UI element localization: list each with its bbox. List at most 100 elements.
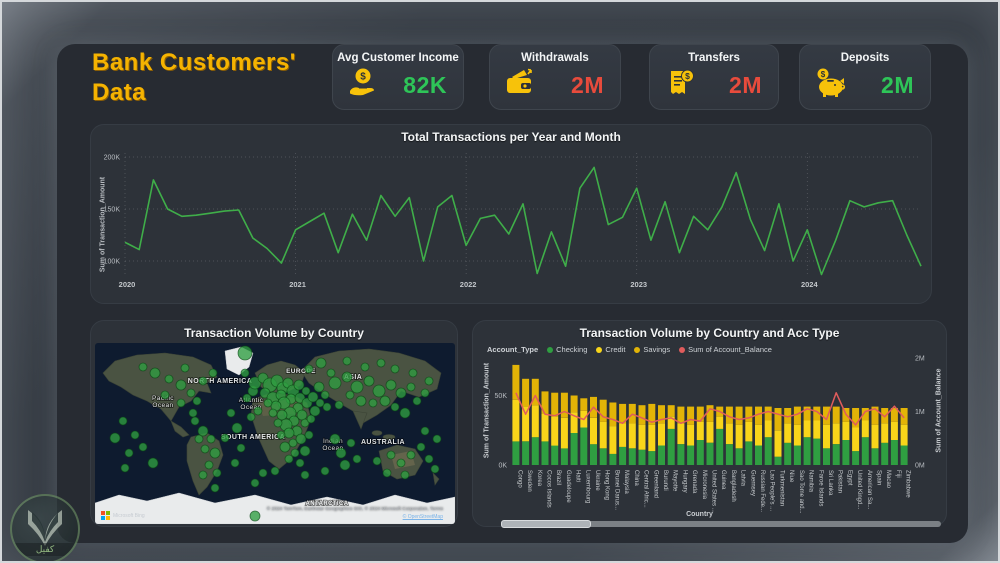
map-bubble[interactable] [208, 368, 218, 378]
map-bubble[interactable] [390, 402, 400, 412]
map-bubble[interactable] [283, 427, 295, 439]
bar-segment-checking[interactable] [745, 441, 753, 465]
bar-segment-credit[interactable] [842, 421, 850, 440]
bar-segment-savings[interactable] [560, 392, 568, 418]
kpi-card-transfers[interactable]: Transfers $ 2M [649, 44, 779, 110]
bar-segment-credit[interactable] [541, 413, 549, 442]
map-bubble[interactable] [390, 364, 400, 374]
bar-segment-savings[interactable] [735, 406, 743, 425]
bar-segment-credit[interactable] [803, 420, 811, 438]
map-bubble[interactable] [284, 454, 294, 464]
bar-segment-credit[interactable] [813, 420, 821, 439]
bar-segment-checking[interactable] [512, 441, 520, 465]
map-bubble[interactable] [379, 395, 391, 407]
bar-segment-credit[interactable] [890, 421, 898, 440]
bar-segment-credit[interactable] [648, 424, 656, 452]
map-bubble[interactable] [268, 408, 278, 418]
map-bubble[interactable] [220, 433, 230, 443]
bar-segment-credit[interactable] [522, 406, 530, 442]
map-bubble[interactable] [147, 457, 159, 469]
bar-segment-credit[interactable] [852, 427, 860, 452]
bar-segment-checking[interactable] [687, 445, 695, 466]
bar-segment-checking[interactable] [725, 444, 733, 465]
scrollbar-thumb[interactable] [501, 520, 591, 528]
map-bubble[interactable] [160, 390, 170, 400]
bar-segment-checking[interactable] [531, 437, 539, 465]
map-bubble[interactable] [109, 432, 121, 444]
bar-segment-checking[interactable] [619, 446, 627, 465]
map-bubble[interactable] [326, 368, 336, 378]
map-bubble[interactable] [180, 363, 190, 373]
map-bubble[interactable] [276, 430, 286, 440]
map-bubble[interactable] [420, 388, 430, 398]
map-bubble[interactable] [376, 358, 386, 368]
map-bubble[interactable] [350, 380, 364, 394]
map-bubble[interactable] [258, 468, 268, 478]
map-bubble[interactable] [408, 368, 418, 378]
bar-segment-checking[interactable] [890, 440, 898, 465]
bar-segment-checking[interactable] [881, 442, 889, 465]
bar-segment-checking[interactable] [774, 456, 782, 465]
bar-segment-credit[interactable] [706, 421, 714, 443]
bar-segment-checking[interactable] [735, 448, 743, 465]
bar-segment-checking[interactable] [716, 428, 724, 465]
map-bubble[interactable] [242, 393, 252, 403]
bar-segment-checking[interactable] [628, 448, 636, 465]
map-bubble[interactable] [250, 478, 260, 488]
map-bubble[interactable] [416, 442, 426, 452]
bar-segment-savings[interactable] [764, 406, 772, 421]
bar-segment-checking[interactable] [861, 437, 869, 465]
map-bubble[interactable] [231, 422, 243, 434]
map-bubble[interactable] [424, 454, 434, 464]
map-bubble[interactable] [304, 364, 314, 374]
bar-segment-credit[interactable] [619, 423, 627, 447]
bar-segment-checking[interactable] [648, 451, 656, 465]
bar-segment-checking[interactable] [871, 448, 879, 465]
map-bubble[interactable] [334, 400, 344, 410]
map-bubble[interactable] [320, 466, 330, 476]
bar-segment-credit[interactable] [881, 423, 889, 443]
map-bubble[interactable] [400, 470, 410, 480]
map-bubble[interactable] [237, 345, 253, 361]
map-bubble[interactable] [200, 444, 210, 454]
map-bubble[interactable] [175, 379, 187, 391]
bar-segment-checking[interactable] [832, 444, 840, 465]
transactions-line-series[interactable] [124, 166, 922, 276]
map-bubble[interactable] [345, 390, 355, 400]
map-bubble[interactable] [198, 376, 208, 386]
map-bubble[interactable] [188, 408, 198, 418]
bar-segment-credit[interactable] [745, 421, 753, 442]
bar-segment-checking[interactable] [609, 453, 617, 465]
bar-segment-credit[interactable] [658, 423, 665, 446]
map-bubble[interactable] [295, 458, 305, 468]
map-bubble[interactable] [138, 362, 148, 372]
map-bubble[interactable] [198, 470, 208, 480]
map-bubble[interactable] [395, 387, 407, 399]
map-bubble[interactable] [372, 456, 382, 466]
map-bubble[interactable] [309, 405, 321, 417]
map-bubble[interactable] [212, 468, 222, 478]
bar-segment-checking[interactable] [570, 433, 578, 465]
bar-segment-credit[interactable] [531, 405, 539, 438]
bar-segment-credit[interactable] [638, 424, 646, 450]
bar-segment-checking[interactable] [764, 437, 772, 465]
bar-segment-savings[interactable] [900, 408, 908, 425]
map-bubble[interactable] [194, 434, 204, 444]
map-bubble[interactable] [420, 426, 430, 436]
map-bubble[interactable] [190, 416, 200, 426]
bar-segment-savings[interactable] [823, 406, 830, 425]
bar-segment-checking[interactable] [696, 440, 704, 465]
map-bubble[interactable] [341, 371, 353, 383]
map-bubble[interactable] [295, 433, 307, 445]
bar-segment-checking[interactable] [803, 437, 811, 465]
bar-segment-credit[interactable] [551, 416, 559, 446]
map-bubble[interactable] [240, 368, 250, 378]
bar-segment-credit[interactable] [590, 417, 597, 445]
bar-segment-checking[interactable] [590, 444, 597, 465]
map-bubble[interactable] [263, 398, 273, 408]
map-bubble[interactable] [382, 468, 392, 478]
map-bubble[interactable] [279, 441, 291, 453]
map-bubble[interactable] [396, 458, 406, 468]
map-bubble[interactable] [249, 510, 261, 522]
bar-segment-credit[interactable] [774, 430, 782, 457]
